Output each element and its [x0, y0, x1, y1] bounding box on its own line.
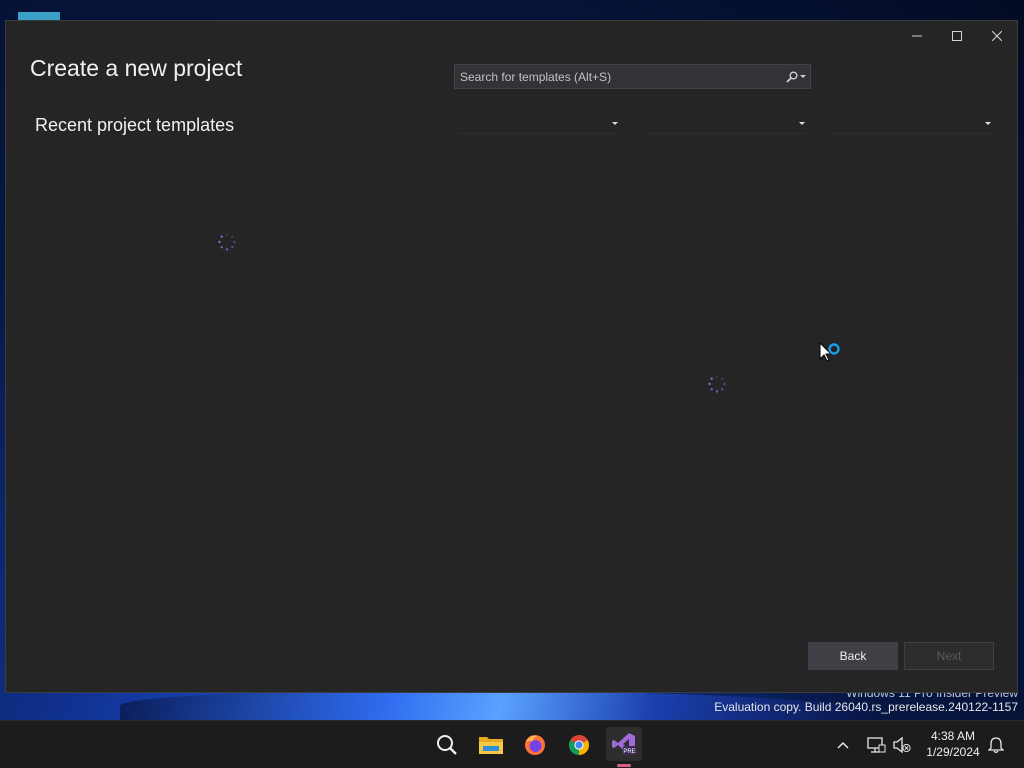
svg-text:PRE: PRE: [623, 749, 635, 755]
network-status-button[interactable]: [866, 721, 886, 768]
notification-bell-icon: [988, 737, 1004, 754]
window-controls: [897, 21, 1017, 51]
chevron-up-icon: [837, 741, 849, 749]
close-button[interactable]: [977, 21, 1017, 51]
chrome-icon: [569, 735, 589, 755]
chevron-down-icon: [612, 121, 618, 125]
taskbar-firefox[interactable]: [520, 730, 550, 760]
template-search-box[interactable]: [454, 64, 811, 89]
platform-filter-dropdown[interactable]: [645, 113, 807, 134]
language-filter-dropdown[interactable]: [457, 113, 620, 134]
search-icon: [786, 71, 798, 83]
next-button[interactable]: Next: [904, 642, 994, 670]
project-type-filter-dropdown[interactable]: [830, 113, 993, 134]
taskbar-file-explorer[interactable]: [476, 730, 506, 760]
taskbar-search-button[interactable]: [432, 730, 462, 760]
busy-cursor-icon: [819, 341, 840, 362]
chevron-down-icon: [985, 121, 991, 125]
taskbar-chrome[interactable]: [564, 730, 594, 760]
recent-templates-heading: Recent project templates: [35, 115, 235, 135]
chevron-down-icon: [800, 75, 806, 78]
create-project-dialog: Create a new project Recent project temp…: [5, 20, 1018, 693]
visual-studio-preview-icon: PRE: [612, 733, 636, 755]
search-options-button[interactable]: [786, 71, 810, 83]
file-explorer-icon: [479, 737, 503, 754]
close-icon: [992, 31, 1002, 41]
taskbar: PRE 4:38 AM 1/29/2024: [0, 720, 1024, 768]
firefox-icon: [525, 735, 545, 755]
page-title: Create a new project: [30, 55, 243, 81]
maximize-button[interactable]: [937, 21, 977, 51]
clock-date: 1/29/2024: [926, 745, 980, 759]
minimize-icon: [912, 35, 922, 37]
template-search-input[interactable]: [455, 68, 786, 85]
network-icon: [867, 737, 886, 753]
watermark-build: Evaluation copy. Build 26040.rs_prerelea…: [714, 700, 1018, 714]
chevron-down-icon: [799, 121, 805, 125]
background-window-edge: [18, 12, 60, 20]
recent-templates-loading-spinner-icon: [218, 233, 236, 251]
minimize-button[interactable]: [897, 21, 937, 51]
volume-muted-icon: [893, 736, 911, 754]
taskbar-clock[interactable]: 4:38 AM 1/29/2024: [922, 728, 984, 760]
templates-list-loading-spinner-icon: [708, 375, 726, 393]
volume-button[interactable]: [892, 721, 912, 768]
clock-time: 4:38 AM: [930, 729, 976, 743]
back-button[interactable]: Back: [808, 642, 898, 670]
search-icon: [437, 735, 457, 755]
show-hidden-icons-button[interactable]: [836, 721, 850, 768]
taskbar-visual-studio-preview[interactable]: PRE: [606, 727, 642, 767]
active-app-indicator: [617, 764, 631, 767]
notification-center-button[interactable]: [988, 721, 1004, 768]
maximize-icon: [952, 31, 962, 41]
